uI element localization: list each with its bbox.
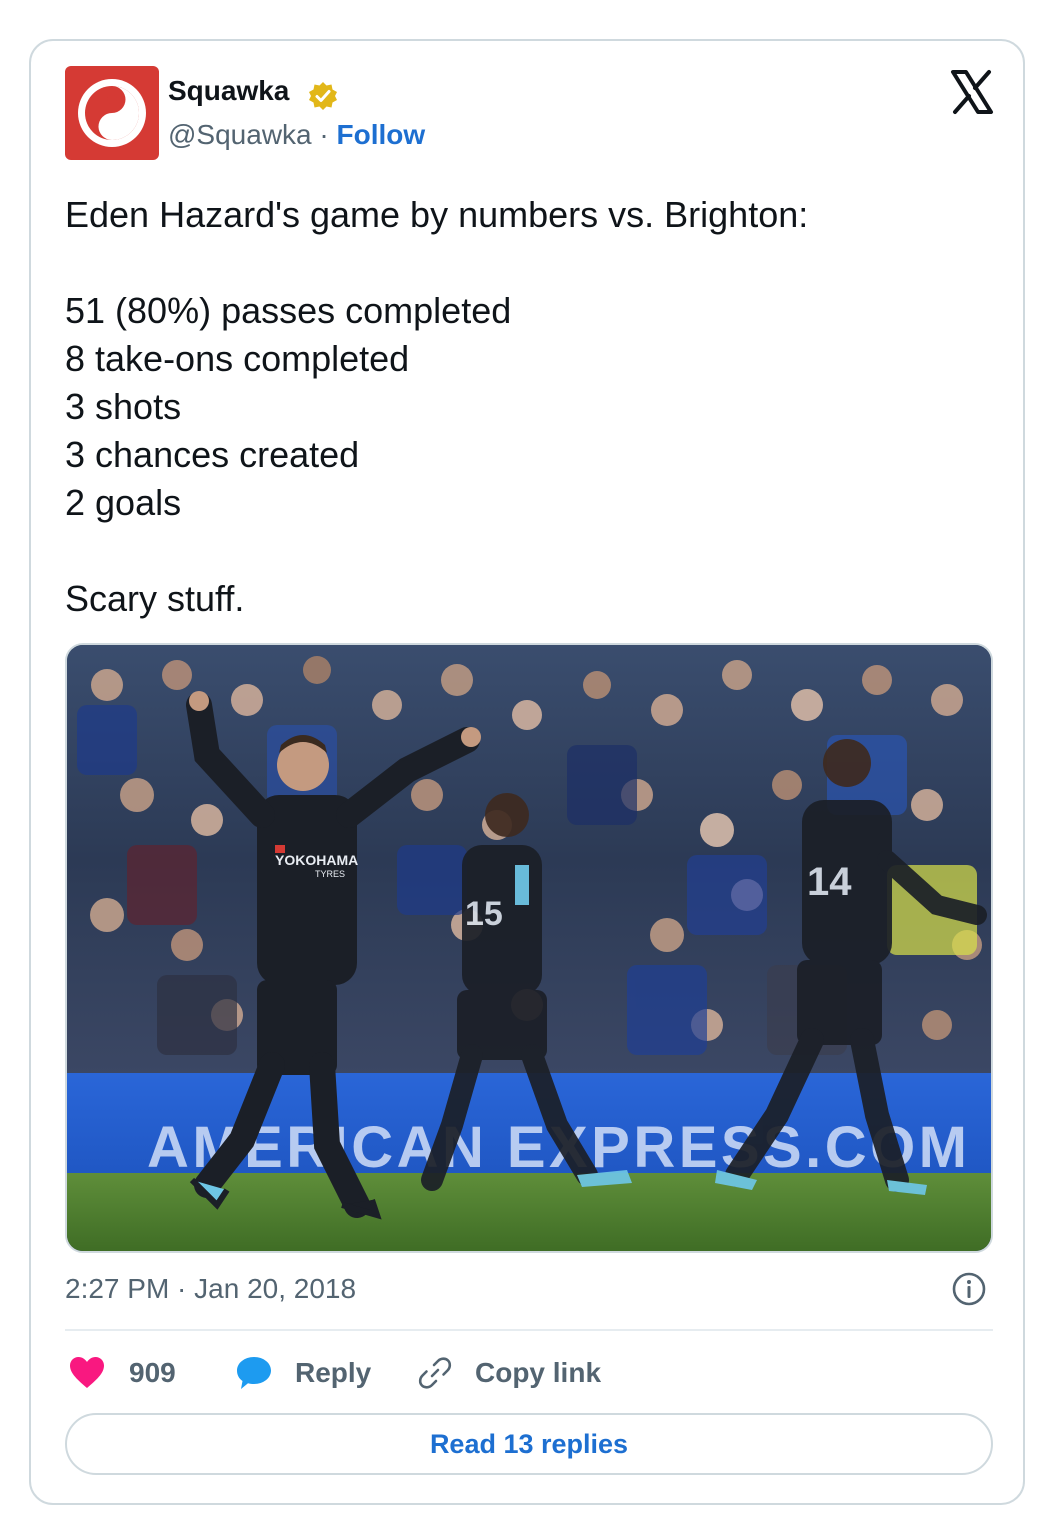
action-bar: 909 Reply Copy link xyxy=(65,1353,993,1393)
reply-button[interactable]: Reply xyxy=(235,1353,371,1393)
tweet-line: Scary stuff. xyxy=(65,578,245,619)
tweet-timestamp[interactable]: 2:27 PM · Jan 20, 2018 xyxy=(65,1273,356,1305)
tweet-line: 3 chances created xyxy=(65,434,360,475)
like-count: 909 xyxy=(129,1357,176,1388)
tweet-line: 3 shots xyxy=(65,386,182,427)
x-logo-icon[interactable] xyxy=(949,69,995,115)
reply-label: Reply xyxy=(295,1357,372,1388)
tweet-line: Eden Hazard's game by numbers vs. Bright… xyxy=(65,194,809,235)
handle-row: @Squawka · Follow xyxy=(168,119,425,151)
handle[interactable]: @Squawka xyxy=(168,119,312,150)
link-icon xyxy=(418,1357,452,1389)
tweet-line: 51 (80%) passes completed xyxy=(65,290,512,331)
separator: · xyxy=(319,119,329,150)
player-number: 15 xyxy=(465,895,503,933)
divider xyxy=(65,1329,993,1331)
like-button[interactable]: 909 xyxy=(69,1353,176,1393)
tweet-photo[interactable]: AMERICAN EXPRESS.COM YOKOHAMA TYRES 15 1… xyxy=(65,643,993,1253)
squawka-logo-icon[interactable] xyxy=(65,66,159,160)
tweet-line: 8 take-ons completed xyxy=(65,338,410,379)
shirt-sponsor: YOKOHAMA xyxy=(275,852,358,868)
tweet-text: Eden Hazard's game by numbers vs. Bright… xyxy=(65,191,808,623)
follow-button[interactable]: Follow xyxy=(337,119,426,150)
read-replies-button[interactable]: Read 13 replies xyxy=(65,1413,993,1475)
display-name[interactable]: Squawka xyxy=(168,75,289,107)
heart-icon xyxy=(70,1357,104,1388)
tweet-line xyxy=(65,527,808,575)
football-celebration-image: AMERICAN EXPRESS.COM YOKOHAMA TYRES 15 1… xyxy=(67,645,991,1251)
shirt-sponsor-sub: TYRES xyxy=(315,869,345,879)
tweet-line xyxy=(65,239,808,287)
tweet-card: Squawka @Squawka · Follow Eden Hazard's … xyxy=(29,39,1025,1505)
info-icon[interactable] xyxy=(951,1271,987,1307)
read-replies-label: Read 13 replies xyxy=(429,1428,629,1459)
tweet-line: 2 goals xyxy=(65,482,182,523)
copy-link-button[interactable]: Copy link xyxy=(417,1353,601,1393)
copy-link-label: Copy link xyxy=(475,1357,602,1388)
player-number: 14 xyxy=(807,860,852,904)
speech-bubble-icon xyxy=(237,1357,271,1389)
verified-badge-icon xyxy=(309,82,337,110)
